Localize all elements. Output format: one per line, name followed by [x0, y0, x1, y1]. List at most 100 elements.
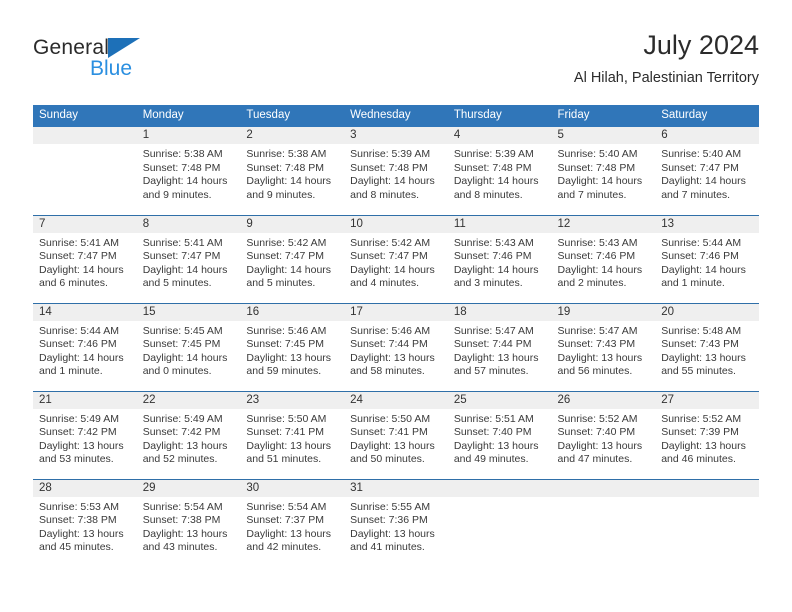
sunrise-time: Sunrise: 5:48 AM — [661, 324, 742, 337]
daylight-duration-line2: and 3 minutes. — [453, 277, 523, 290]
calendar-day-cell[interactable]: 26 Sunrise: 5:52 AM Sunset: 7:40 PM Dayligh… — [551, 390, 656, 479]
daylight-duration-line1: Daylight: 13 hours — [661, 439, 746, 452]
day-number: 15 — [136, 303, 241, 321]
sunrise-time: Sunrise: 5:43 AM — [453, 236, 534, 249]
calendar-day-cell[interactable]: 31 Sunrise: 5:55 AM Sunset: 7:36 PM Dayligh… — [344, 478, 448, 567]
day-details: Sunrise: 5:42 AM Sunset: 7:47 PM Daylight:… — [240, 233, 344, 291]
calendar-day-cell[interactable]: 28 Sunrise: 5:53 AM Sunset: 7:38 PM Dayligh… — [33, 478, 137, 567]
calendar-day-cell[interactable]: 2 Sunrise: 5:38 AM Sunset: 7:48 PM Daylight… — [240, 127, 345, 215]
calendar-body: 1 Sunrise: 5:38 AM Sunset: 7:48 PM Daylight… — [33, 127, 759, 567]
sunset-time: Sunset: 7:46 PM — [453, 250, 532, 263]
calendar-day-cell[interactable]: 24 Sunrise: 5:50 AM Sunset: 7:41 PM Dayligh… — [344, 390, 448, 479]
calendar-day-cell[interactable]: 13 Sunrise: 5:44 AM Sunset: 7:46 PM Dayligh… — [655, 214, 759, 303]
calendar-day-cell[interactable]: 6 Sunrise: 5:40 AM Sunset: 7:47 PM Daylight… — [655, 127, 759, 215]
day-number — [655, 479, 759, 497]
calendar-day-cell[interactable]: 18 Sunrise: 5:47 AM Sunset: 7:44 PM Dayligh… — [447, 302, 552, 391]
calendar-day-cell[interactable]: 5 Sunrise: 5:40 AM Sunset: 7:48 PM Daylight… — [551, 127, 656, 215]
day-number — [33, 127, 137, 144]
day-details: Sunrise: 5:42 AM Sunset: 7:47 PM Daylight:… — [344, 233, 448, 291]
sunset-time: Sunset: 7:45 PM — [246, 338, 325, 351]
calendar-day-cell[interactable]: 3 Sunrise: 5:39 AM Sunset: 7:48 PM Daylight… — [344, 127, 448, 215]
day-number: 5 — [551, 127, 656, 144]
calendar-day-cell[interactable]: 1 Sunrise: 5:38 AM Sunset: 7:48 PM Daylight… — [136, 127, 241, 215]
sunset-time: Sunset: 7:46 PM — [39, 338, 117, 351]
day-number: 19 — [551, 303, 656, 321]
daylight-duration-line2: and 56 minutes. — [557, 365, 633, 378]
calendar-day-cell[interactable]: 20 Sunrise: 5:48 AM Sunset: 7:43 PM Dayligh… — [655, 302, 759, 391]
day-details: Sunrise: 5:49 AM Sunset: 7:42 PM Daylight:… — [33, 409, 137, 467]
daylight-duration-line1: Daylight: 13 hours — [39, 439, 124, 452]
day-number: 4 — [447, 127, 552, 144]
day-number: 22 — [136, 391, 241, 409]
calendar-day-cell[interactable]: 17 Sunrise: 5:46 AM Sunset: 7:44 PM Dayligh… — [344, 302, 448, 391]
calendar-day-cell[interactable]: 12 Sunrise: 5:43 AM Sunset: 7:46 PM Dayligh… — [551, 214, 656, 303]
daylight-duration-line2: and 51 minutes. — [246, 453, 322, 466]
calendar-day-cell[interactable]: 14 Sunrise: 5:44 AM Sunset: 7:46 PM Dayligh… — [33, 302, 137, 391]
sunset-time: Sunset: 7:48 PM — [246, 161, 325, 174]
day-number: 2 — [240, 127, 345, 144]
sunrise-time: Sunrise: 5:46 AM — [246, 324, 327, 337]
daylight-duration-line2: and 1 minute. — [39, 365, 103, 378]
sunset-time: Sunset: 7:45 PM — [142, 338, 221, 351]
day-details: Sunrise: 5:54 AM Sunset: 7:38 PM Daylight:… — [137, 497, 241, 555]
daylight-duration-line2: and 42 minutes. — [246, 541, 322, 554]
sunset-time: Sunset: 7:39 PM — [661, 426, 739, 439]
calendar-page: General Blue July 2024 Al Hilah, Palesti… — [0, 0, 792, 612]
sunrise-time: Sunrise: 5:42 AM — [246, 236, 327, 249]
sunset-time: Sunset: 7:40 PM — [557, 426, 636, 439]
sunset-time: Sunset: 7:47 PM — [142, 250, 221, 263]
calendar-day-cell[interactable]: 19 Sunrise: 5:47 AM Sunset: 7:43 PM Dayligh… — [551, 302, 656, 391]
daylight-duration-line2: and 43 minutes. — [142, 541, 218, 554]
sunrise-time: Sunrise: 5:51 AM — [453, 412, 534, 425]
calendar-day-cell[interactable]: 8 Sunrise: 5:41 AM Sunset: 7:47 PM Daylight… — [136, 214, 241, 303]
day-details: Sunrise: 5:52 AM Sunset: 7:40 PM Daylight:… — [552, 409, 656, 467]
calendar-day-cell[interactable]: 25 Sunrise: 5:51 AM Sunset: 7:40 PM Dayligh… — [447, 390, 552, 479]
day-number: 24 — [344, 391, 448, 409]
calendar-day-cell[interactable]: 15 Sunrise: 5:45 AM Sunset: 7:45 PM Dayligh… — [136, 302, 241, 391]
daylight-duration-line2: and 58 minutes. — [350, 365, 425, 378]
daylight-duration-line2: and 50 minutes. — [350, 453, 425, 466]
daylight-duration-line1: Daylight: 13 hours — [350, 439, 435, 452]
calendar-day-cell[interactable]: 16 Sunrise: 5:46 AM Sunset: 7:45 PM Dayligh… — [240, 302, 345, 391]
calendar-day-cell[interactable]: 27 Sunrise: 5:52 AM Sunset: 7:39 PM Dayligh… — [655, 390, 759, 479]
calendar-empty-cell — [551, 478, 656, 567]
calendar-day-cell[interactable]: 11 Sunrise: 5:43 AM Sunset: 7:46 PM Dayligh… — [447, 214, 552, 303]
sunset-time: Sunset: 7:41 PM — [350, 426, 428, 439]
calendar-day-cell[interactable]: 22 Sunrise: 5:49 AM Sunset: 7:42 PM Dayligh… — [136, 390, 241, 479]
sunrise-time: Sunrise: 5:40 AM — [557, 148, 638, 160]
calendar-day-cell[interactable]: 9 Sunrise: 5:42 AM Sunset: 7:47 PM Daylight… — [240, 214, 345, 303]
day-details: Sunrise: 5:46 AM Sunset: 7:44 PM Daylight:… — [344, 321, 448, 379]
daylight-duration-line1: Daylight: 14 hours — [661, 263, 746, 276]
sunset-time: Sunset: 7:46 PM — [661, 250, 739, 263]
weekday-header-tuesday: Tuesday — [240, 105, 345, 127]
sunset-time: Sunset: 7:43 PM — [557, 338, 636, 351]
day-details: Sunrise: 5:55 AM Sunset: 7:36 PM Daylight:… — [344, 497, 448, 555]
day-details: Sunrise: 5:43 AM Sunset: 7:46 PM Daylight:… — [448, 233, 552, 291]
calendar-day-cell[interactable]: 4 Sunrise: 5:39 AM Sunset: 7:48 PM Daylight… — [447, 127, 552, 215]
day-details: Sunrise: 5:52 AM Sunset: 7:39 PM Daylight:… — [655, 409, 759, 467]
calendar-day-cell[interactable]: 7 Sunrise: 5:41 AM Sunset: 7:47 PM Daylight… — [33, 214, 137, 303]
calendar-day-cell[interactable]: 30 Sunrise: 5:54 AM Sunset: 7:37 PM Dayligh… — [240, 478, 345, 567]
page-title: July 2024 — [643, 30, 759, 60]
sunset-time: Sunset: 7:44 PM — [350, 338, 428, 351]
calendar-day-cell[interactable]: 23 Sunrise: 5:50 AM Sunset: 7:41 PM Dayligh… — [240, 390, 345, 479]
daylight-duration-line1: Daylight: 14 hours — [453, 175, 539, 188]
general-blue-logo[interactable]: General Blue — [33, 36, 213, 88]
calendar-day-cell[interactable]: 29 Sunrise: 5:54 AM Sunset: 7:38 PM Dayligh… — [136, 478, 241, 567]
sunrise-time: Sunrise: 5:42 AM — [350, 236, 431, 249]
day-details: Sunrise: 5:40 AM Sunset: 7:47 PM Daylight:… — [655, 144, 759, 202]
daylight-duration-line2: and 5 minutes. — [246, 277, 316, 290]
day-details: Sunrise: 5:39 AM Sunset: 7:48 PM Daylight:… — [344, 144, 448, 202]
day-number: 20 — [655, 303, 759, 321]
day-number: 12 — [551, 215, 656, 233]
day-number: 14 — [33, 303, 137, 321]
daylight-duration-line2: and 45 minutes. — [39, 541, 114, 554]
sunrise-time: Sunrise: 5:47 AM — [557, 324, 638, 337]
day-details: Sunrise: 5:45 AM Sunset: 7:45 PM Daylight:… — [137, 321, 241, 379]
calendar-day-cell[interactable]: 21 Sunrise: 5:49 AM Sunset: 7:42 PM Dayligh… — [33, 390, 137, 479]
day-number: 13 — [655, 215, 759, 233]
sunset-time: Sunset: 7:47 PM — [39, 250, 117, 263]
day-details: Sunrise: 5:51 AM Sunset: 7:40 PM Daylight:… — [448, 409, 552, 467]
calendar-day-cell[interactable]: 10 Sunrise: 5:42 AM Sunset: 7:47 PM Dayligh… — [344, 214, 448, 303]
daylight-duration-line1: Daylight: 13 hours — [39, 527, 124, 540]
